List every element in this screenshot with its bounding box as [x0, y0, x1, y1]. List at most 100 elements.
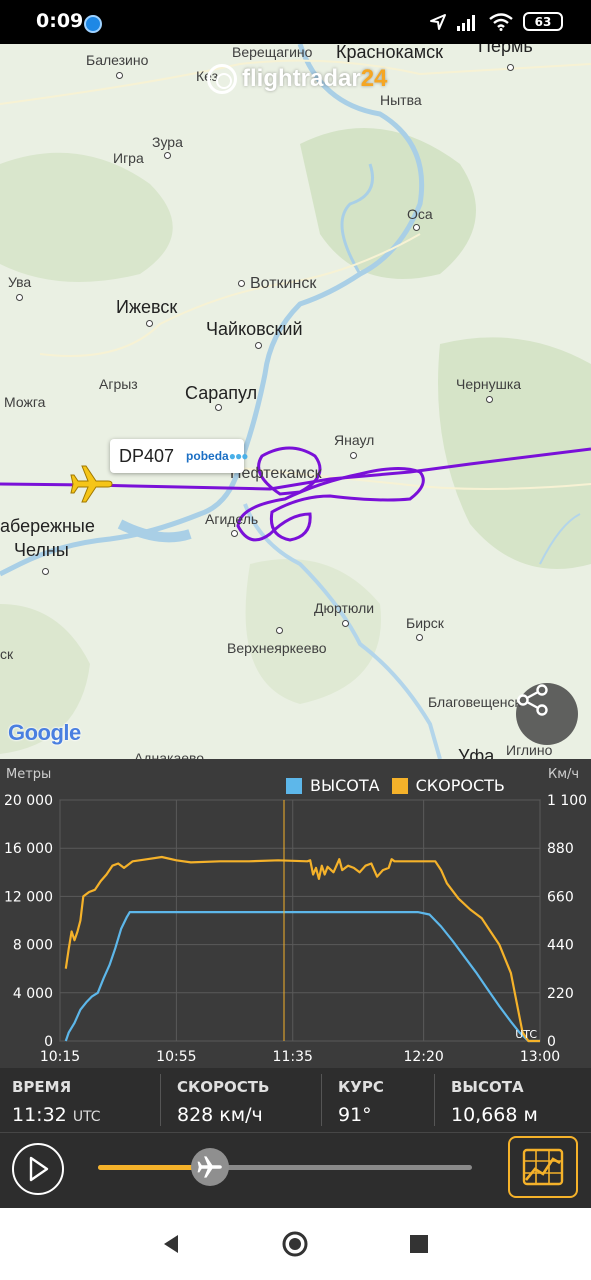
city-label-votkinsk: Воткинск: [250, 275, 317, 292]
share-icon: [517, 684, 548, 716]
city-label-krasnokamsk: Краснокамск: [336, 44, 443, 62]
timeline-handle[interactable]: [191, 1148, 230, 1186]
airline-logo-text: pobeda: [186, 449, 229, 463]
home-button[interactable]: [281, 1230, 309, 1258]
city-dot: [164, 152, 171, 159]
city-label-agryz: Агрыз: [99, 376, 138, 392]
back-icon: [164, 1235, 178, 1253]
city-dot: [116, 72, 123, 79]
series-line-speed: [64, 855, 540, 1043]
plot-frame: [59, 799, 541, 1042]
map-view[interactable]: Балезино Верещагино Краснокамск Пермь Ке…: [0, 44, 591, 759]
city-dot: [146, 320, 153, 327]
city-label-mozhga: Можга: [4, 394, 46, 410]
city-dot: [413, 224, 420, 231]
x-tick-label: 10:55: [156, 1049, 196, 1065]
utc-label: UTC: [515, 1028, 537, 1041]
altitude-label: ВЫСОТА: [451, 1078, 524, 1096]
altitude-value: 10,668 м: [451, 1104, 538, 1126]
y-tick-label: 8 000: [13, 938, 53, 954]
altitude-cell: ВЫСОТА 10,668 м: [435, 1068, 591, 1132]
y-tick-label: 20 000: [4, 793, 53, 809]
flight-label[interactable]: DP407 pobeda●●●: [110, 439, 248, 473]
x-tick-label: 11:35: [273, 1049, 313, 1065]
city-label-edge-sk: ск: [0, 646, 14, 662]
city-dot: [238, 280, 245, 287]
y2-tick-label: 440: [547, 938, 574, 954]
y-tick-label: 0: [44, 1034, 53, 1050]
city-dot: [231, 530, 238, 537]
city-label-perm: Пермь: [478, 44, 533, 56]
city-label-uva: Ува: [8, 274, 32, 290]
heading-value: 91°: [338, 1104, 372, 1126]
speed-label: СКОРОСТЬ: [177, 1078, 270, 1096]
google-logo-text: Google: [8, 720, 81, 745]
city-dot: [342, 620, 349, 627]
app-notification-icon: [84, 15, 102, 33]
home-icon: [282, 1231, 308, 1257]
series-line-altitude: [64, 911, 540, 1043]
chart-plot: 20 000 1 100 16 000 880 12 000 660 8 000 440 4 0…: [4, 793, 587, 1065]
city-dot: [416, 634, 423, 641]
heading-label: КУРС: [338, 1078, 384, 1096]
status-time: 0:09: [36, 10, 84, 32]
city-label-ufa: Уфа: [458, 746, 495, 759]
city-label-agidel: Агидель: [205, 511, 259, 527]
city-dot: [42, 568, 49, 575]
x-tick-label: 10:15: [40, 1049, 80, 1065]
location-arrow-icon: [430, 13, 446, 30]
y-tick-label: 16 000: [4, 841, 53, 857]
speed-cell: СКОРОСТЬ 828 км/ч: [161, 1068, 321, 1132]
flight-callsign: DP407: [119, 445, 175, 466]
share-button[interactable]: [516, 683, 578, 745]
recents-button[interactable]: [405, 1230, 433, 1258]
play-button[interactable]: [12, 1143, 64, 1195]
battery-icon: 63: [523, 12, 563, 31]
city-label-izhevsk: Ижевск: [116, 297, 178, 317]
airplane-icon: [197, 1156, 223, 1178]
battery-level: 63: [534, 14, 552, 29]
flightradar-logo: flightradar24: [207, 64, 387, 94]
city-dot: [276, 627, 283, 634]
brand-accent: 24: [360, 65, 388, 92]
city-label-chernushka: Чернушка: [456, 376, 522, 392]
y2-tick-label: 220: [547, 986, 574, 1002]
city-label-sarapul: Сарапул: [185, 383, 258, 403]
city-label-verkhneyarkeevo: Верхнеяркеево: [227, 640, 327, 656]
city-label-vereshchagino: Верещагино: [232, 44, 313, 60]
city-label-bottom-partial: Аднакаево: [134, 750, 205, 759]
time-value-text: 11:32: [12, 1104, 67, 1126]
city-dot: [486, 396, 493, 403]
city-label-balezino: Балезино: [86, 52, 149, 68]
speed-value: 828 км/ч: [177, 1104, 263, 1126]
chart-toggle-button[interactable]: [508, 1136, 578, 1198]
altitude-speed-chart[interactable]: Метры Км/ч ВЫСОТА СКОРОСТЬ 20 000 1 100 16…: [0, 759, 591, 1068]
city-label-birsk: Бирск: [406, 615, 444, 631]
status-icons: 63: [429, 12, 563, 31]
back-button[interactable]: [157, 1230, 185, 1258]
wifi-icon: [489, 12, 513, 31]
time-label: ВРЕМЯ: [12, 1078, 72, 1096]
airline-logo: pobeda●●●: [186, 449, 248, 463]
heading-cell: КУРС 91°: [322, 1068, 434, 1132]
city-label-osa: Оса: [407, 206, 433, 222]
city-dot: [255, 342, 262, 349]
city-label-dyurtyuli: Дюртюли: [314, 600, 375, 616]
radar-icon: [207, 64, 237, 94]
flight-info-panel: ВРЕМЯ 11:32 UTC СКОРОСТЬ 828 км/ч КУРС 9…: [0, 1068, 591, 1132]
timeline-slider[interactable]: [98, 1148, 472, 1186]
y-tick-label: 12 000: [4, 889, 53, 905]
y2-tick-label: 880: [547, 841, 574, 857]
city-label-zura: Зура: [152, 134, 183, 150]
cell-signal-icon: [457, 14, 475, 31]
city-dot: [507, 64, 514, 71]
city-label-nytva: Нытва: [380, 92, 422, 108]
aircraft-icon[interactable]: [70, 462, 114, 506]
city-dot: [215, 404, 222, 411]
y-tick-label: 4 000: [13, 986, 53, 1002]
city-label-chelny: Челны: [14, 540, 69, 560]
android-nav-bar: [0, 1208, 591, 1280]
city-label-naberezhnye: абережные: [0, 516, 95, 536]
recents-icon: [410, 1235, 428, 1253]
time-value: 11:32 UTC: [12, 1104, 101, 1126]
